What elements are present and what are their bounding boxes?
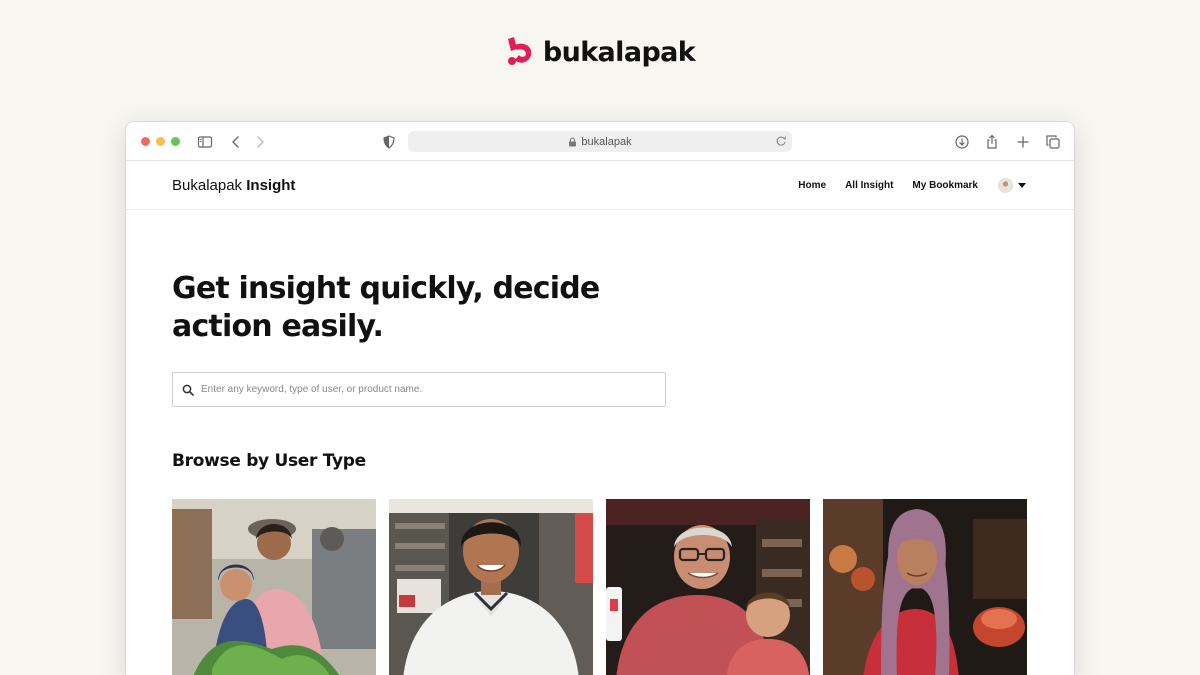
nav-home[interactable]: Home bbox=[798, 180, 826, 191]
browse-section-title: Browse by User Type bbox=[172, 451, 366, 471]
shield-icon[interactable] bbox=[380, 133, 398, 151]
lock-icon bbox=[569, 136, 577, 146]
user-type-card[interactable] bbox=[606, 499, 810, 675]
brand-wordmark: bukalapak bbox=[542, 36, 696, 68]
site-brand-prefix: Bukalapak bbox=[172, 177, 243, 194]
site-brand-suffix: Insight bbox=[246, 177, 296, 194]
sidebar-icon[interactable] bbox=[196, 133, 214, 151]
tabs-icon[interactable] bbox=[1044, 133, 1062, 151]
reload-icon[interactable] bbox=[774, 134, 788, 148]
site-header: Bukalapak Insight Home All Insight My Bo… bbox=[126, 161, 1074, 210]
search-icon bbox=[182, 384, 194, 396]
browser-window: bukalapak Bukalapak Insight Home All Ins… bbox=[126, 122, 1074, 675]
site-logo[interactable]: Bukalapak Insight bbox=[172, 177, 295, 194]
forward-icon[interactable] bbox=[251, 133, 269, 151]
share-icon[interactable] bbox=[983, 133, 1001, 151]
back-icon[interactable] bbox=[227, 133, 245, 151]
address-bar[interactable]: bukalapak bbox=[408, 131, 792, 152]
main-nav: Home All Insight My Bookmark bbox=[798, 173, 1026, 197]
url-text: bukalapak bbox=[581, 135, 632, 148]
hero-title-line-2: action easily. bbox=[172, 309, 384, 344]
search-input[interactable] bbox=[201, 384, 665, 395]
bukalapak-logo: bukalapak bbox=[0, 36, 1200, 68]
nav-my-bookmark[interactable]: My Bookmark bbox=[912, 180, 978, 191]
bukalapak-logo-icon bbox=[507, 37, 532, 65]
user-type-card[interactable] bbox=[172, 499, 376, 675]
download-icon[interactable] bbox=[953, 133, 971, 151]
grandfather-with-grandchild-photo bbox=[606, 499, 810, 675]
browser-toolbar: bukalapak bbox=[126, 122, 1074, 161]
search-box[interactable] bbox=[172, 372, 666, 407]
user-menu[interactable] bbox=[998, 177, 1026, 193]
chevron-down-icon bbox=[1018, 182, 1026, 188]
woman-with-child-at-market-photo bbox=[172, 499, 376, 675]
nav-all-insight[interactable]: All Insight bbox=[845, 180, 893, 191]
close-window-button[interactable] bbox=[141, 137, 150, 146]
maximize-window-button[interactable] bbox=[171, 137, 180, 146]
avatar bbox=[998, 177, 1013, 193]
hero-title-line-1: Get insight quickly, decide bbox=[172, 271, 600, 306]
user-type-cards bbox=[172, 499, 1027, 675]
new-tab-icon[interactable] bbox=[1014, 133, 1032, 151]
hero-title: Get insight quickly, decide action easil… bbox=[172, 270, 632, 346]
minimize-window-button[interactable] bbox=[156, 137, 165, 146]
young-man-in-shop-photo bbox=[389, 499, 593, 675]
user-type-card[interactable] bbox=[389, 499, 593, 675]
woman-in-hijab-at-market-photo bbox=[823, 499, 1027, 675]
user-type-card[interactable] bbox=[823, 499, 1027, 675]
